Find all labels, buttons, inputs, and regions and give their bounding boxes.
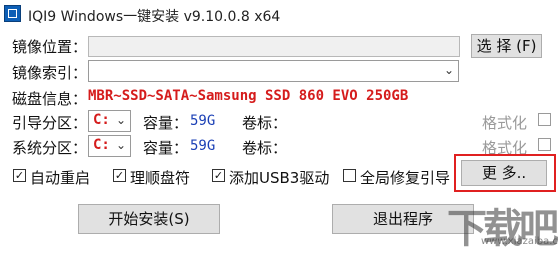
image-location-label: 镜像位置：: [12, 38, 88, 56]
global-repair-checkbox[interactable]: [343, 169, 356, 182]
chevron-down-icon: ⌄: [443, 63, 454, 77]
system-format-checkbox[interactable]: [538, 138, 551, 151]
boot-capacity-label: 容量：: [143, 114, 189, 132]
system-partition-select[interactable]: C: ⌄: [88, 135, 131, 157]
add-usb3-checkbox[interactable]: ✓: [212, 169, 225, 182]
disk-info-label: 磁盘信息：: [12, 90, 88, 108]
title-bar: IQI9 Windows一键安装 v9.10.0.8 x64: [0, 0, 558, 28]
chevron-down-icon: ⌄: [115, 138, 126, 152]
image-location-field[interactable]: [88, 36, 460, 57]
global-repair-label[interactable]: 全局修复引导: [360, 167, 450, 188]
image-index-select[interactable]: ⌄: [88, 60, 459, 82]
app-icon: [4, 5, 21, 22]
boot-volume-label: 卷标：: [242, 114, 288, 132]
window-title: IQI9 Windows一键安装 v9.10.0.8 x64: [28, 9, 281, 25]
organize-disk-checkbox[interactable]: ✓: [113, 169, 126, 182]
system-volume-label: 卷标：: [242, 139, 288, 157]
chevron-down-icon: ⌄: [115, 113, 126, 127]
boot-partition-drive: C:: [93, 112, 110, 128]
add-usb3-label[interactable]: 添加USB3驱动: [229, 167, 329, 188]
system-partition-label: 系统分区：: [12, 139, 88, 157]
watermark-url: www.xiazaiba.com: [481, 236, 558, 247]
more-button[interactable]: 更 多..: [461, 160, 547, 186]
image-index-label: 镜像索引：: [12, 64, 88, 82]
watermark-logo: 下载吧 www.xiazaiba.com: [447, 196, 558, 252]
organize-disk-label[interactable]: 理顺盘符: [130, 167, 190, 188]
auto-restart-checkbox[interactable]: ✓: [13, 169, 26, 182]
start-install-button[interactable]: 开始安装(S): [78, 204, 220, 234]
boot-format-label: 格式化: [482, 114, 528, 132]
boot-partition-label: 引导分区：: [12, 114, 88, 132]
system-partition-drive: C:: [93, 137, 110, 153]
system-capacity-value: 59G: [190, 138, 216, 154]
browse-button[interactable]: 选 择 (F): [471, 34, 542, 58]
disk-info-value: MBR~SSD~SATA~Samsung SSD 860 EVO 250GB: [88, 88, 409, 104]
auto-restart-label[interactable]: 自动重启: [30, 167, 90, 188]
system-capacity-label: 容量：: [143, 139, 189, 157]
boot-format-checkbox[interactable]: [538, 113, 551, 126]
boot-capacity-value: 59G: [190, 113, 216, 129]
boot-partition-select[interactable]: C: ⌄: [88, 110, 131, 132]
